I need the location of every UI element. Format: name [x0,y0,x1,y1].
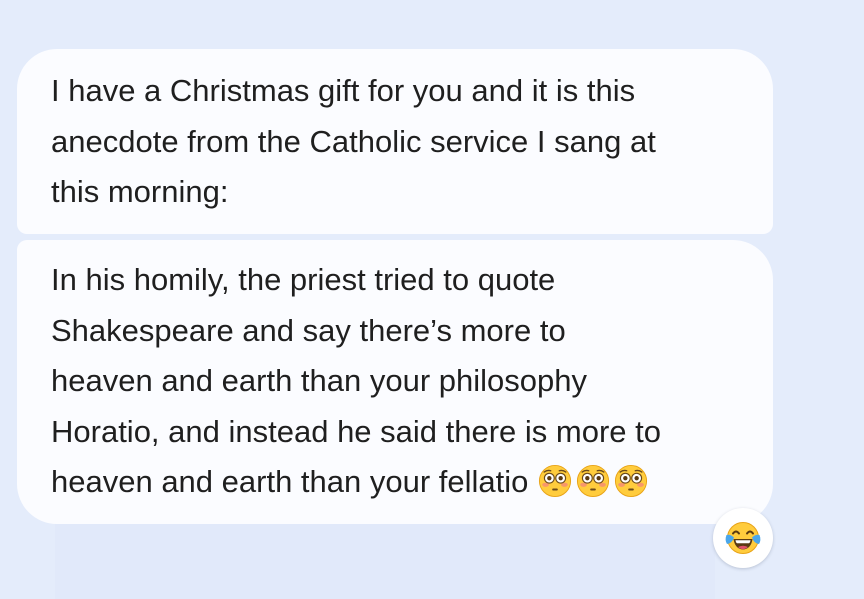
flushed-face-icon [539,464,572,498]
message-2-line-5: heaven and earth than your fellatio [51,457,753,508]
message-bubble-1[interactable]: I have a Christmas gift for you and it i… [17,49,773,234]
flushed-emoji-group [528,464,648,499]
flushed-face-icon [615,464,648,498]
thread-background-panel [55,522,715,599]
message-2-line-3: heaven and earth than your philosophy [51,363,588,398]
reaction-badge[interactable] [713,508,773,568]
message-2-line-4: Horatio, and instead he said there is mo… [51,413,662,449]
message-1-line-1: I have a Christmas gift for you and it i… [51,73,636,108]
face-with-tears-of-joy-icon [725,522,761,554]
message-thread: I have a Christmas gift for you and it i… [0,0,864,599]
message-2-line-2: Shakespeare and say there’s more to [51,312,566,348]
message-2-line-5-text: heaven and earth than your fellatio [51,464,529,499]
message-1-line-2: anecdote from the Catholic service I san… [51,123,656,159]
message-bubble-2[interactable]: In his homily, the priest tried to quote… [17,240,773,524]
message-1-line-3: this morning: [51,174,229,209]
flushed-face-icon [577,464,610,498]
message-2-line-1: In his homily, the priest tried to quote [51,262,556,297]
